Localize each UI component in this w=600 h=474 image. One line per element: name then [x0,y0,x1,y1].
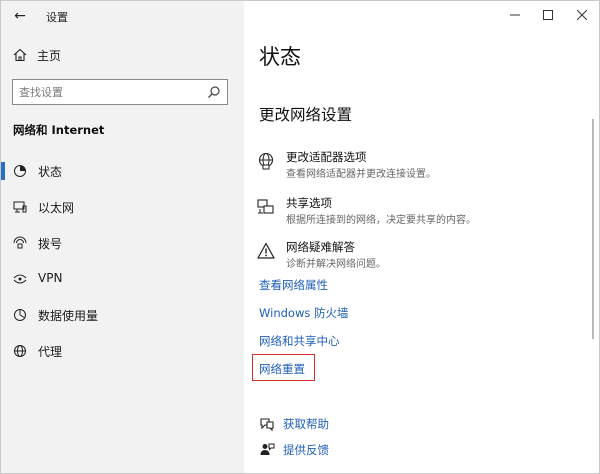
close-icon [577,10,587,20]
section-title: 更改网络设置 [259,106,353,124]
feedback-label: 提供反馈 [283,443,329,457]
settings-window: ← 设置 主页 网络和 Internet [0,0,600,474]
sidebar-item-vpn[interactable]: VPN [1,261,244,297]
scrollbar-thumb[interactable] [592,119,594,339]
option-title: 更改适配器选项 [286,150,367,164]
sidebar-item-label: VPN [38,271,63,285]
back-button[interactable]: ← [7,4,33,28]
title-bar: ← 设置 [1,1,599,31]
app-title: 设置 [46,11,68,24]
sharing-icon [257,199,274,214]
active-indicator [1,162,5,180]
search-input[interactable] [13,85,203,99]
warning-icon [257,242,275,259]
ethernet-icon [13,201,27,213]
maximize-icon [543,10,553,20]
sidebar-item-data-usage[interactable]: 数据使用量 [1,297,244,333]
page-title: 状态 [259,45,301,69]
minimize-icon [510,14,520,16]
back-arrow-icon: ← [14,8,26,24]
status-icon [14,165,26,177]
sidebar-item-proxy[interactable]: 代理 [1,333,244,369]
sidebar-item-label: 拨号 [38,237,63,251]
home-icon [13,48,27,62]
sidebar-section-header: 网络和 Internet [13,123,105,137]
main-content: 状态 更改网络设置 更改适配器选项 查看网络适配器并更改连接设置。 共享选项 根… [244,31,599,473]
feedback-icon [260,443,275,455]
option-title: 网络疑难解答 [286,240,355,254]
sidebar-item-label: 以太网 [38,201,75,215]
minimize-button[interactable] [499,3,531,27]
sidebar-item-dialup[interactable]: 拨号 [1,225,244,261]
adapter-icon [258,152,274,170]
sidebar-item-ethernet[interactable]: 以太网 [1,189,244,225]
sidebar-item-label: 状态 [38,165,63,179]
link-network-properties[interactable]: 查看网络属性 [259,277,328,293]
get-help-link[interactable]: 获取帮助 [259,415,329,433]
option-desc: 查看网络适配器并更改连接设置。 [286,169,436,180]
link-windows-firewall[interactable]: Windows 防火墙 [259,305,349,321]
help-icon [260,418,274,432]
sidebar-item-label: 数据使用量 [38,309,99,323]
option-adapter[interactable]: 更改适配器选项 查看网络适配器并更改连接设置。 [257,149,587,183]
option-troubleshoot[interactable]: 网络疑难解答 诊断并解决网络问题。 [257,239,587,273]
sidebar: 主页 网络和 Internet 状态 以太网 [1,31,244,473]
link-network-reset[interactable]: 网络重置 [259,361,305,377]
close-button[interactable] [566,3,598,27]
feedback-link[interactable]: 提供反馈 [259,441,329,459]
option-title: 共享选项 [286,196,332,210]
dialup-icon [13,236,27,249]
proxy-icon [14,345,26,357]
sidebar-item-status[interactable]: 状态 [1,153,244,189]
option-desc: 诊断并解决网络问题。 [286,259,386,270]
option-desc: 根据所连接到的网络，决定要共享的内容。 [286,215,476,226]
get-help-label: 获取帮助 [283,417,329,431]
link-network-sharing-center[interactable]: 网络和共享中心 [259,333,340,349]
home-nav-item[interactable]: 主页 [13,45,61,65]
maximize-button[interactable] [532,3,564,27]
search-icon[interactable] [207,85,221,99]
sidebar-item-label: 代理 [38,345,63,359]
search-box[interactable] [12,79,228,105]
vpn-icon [13,274,27,284]
data-usage-icon [14,309,26,321]
home-label: 主页 [37,48,62,63]
option-sharing[interactable]: 共享选项 根据所连接到的网络，决定要共享的内容。 [257,195,587,229]
scrollbar[interactable] [591,31,599,473]
